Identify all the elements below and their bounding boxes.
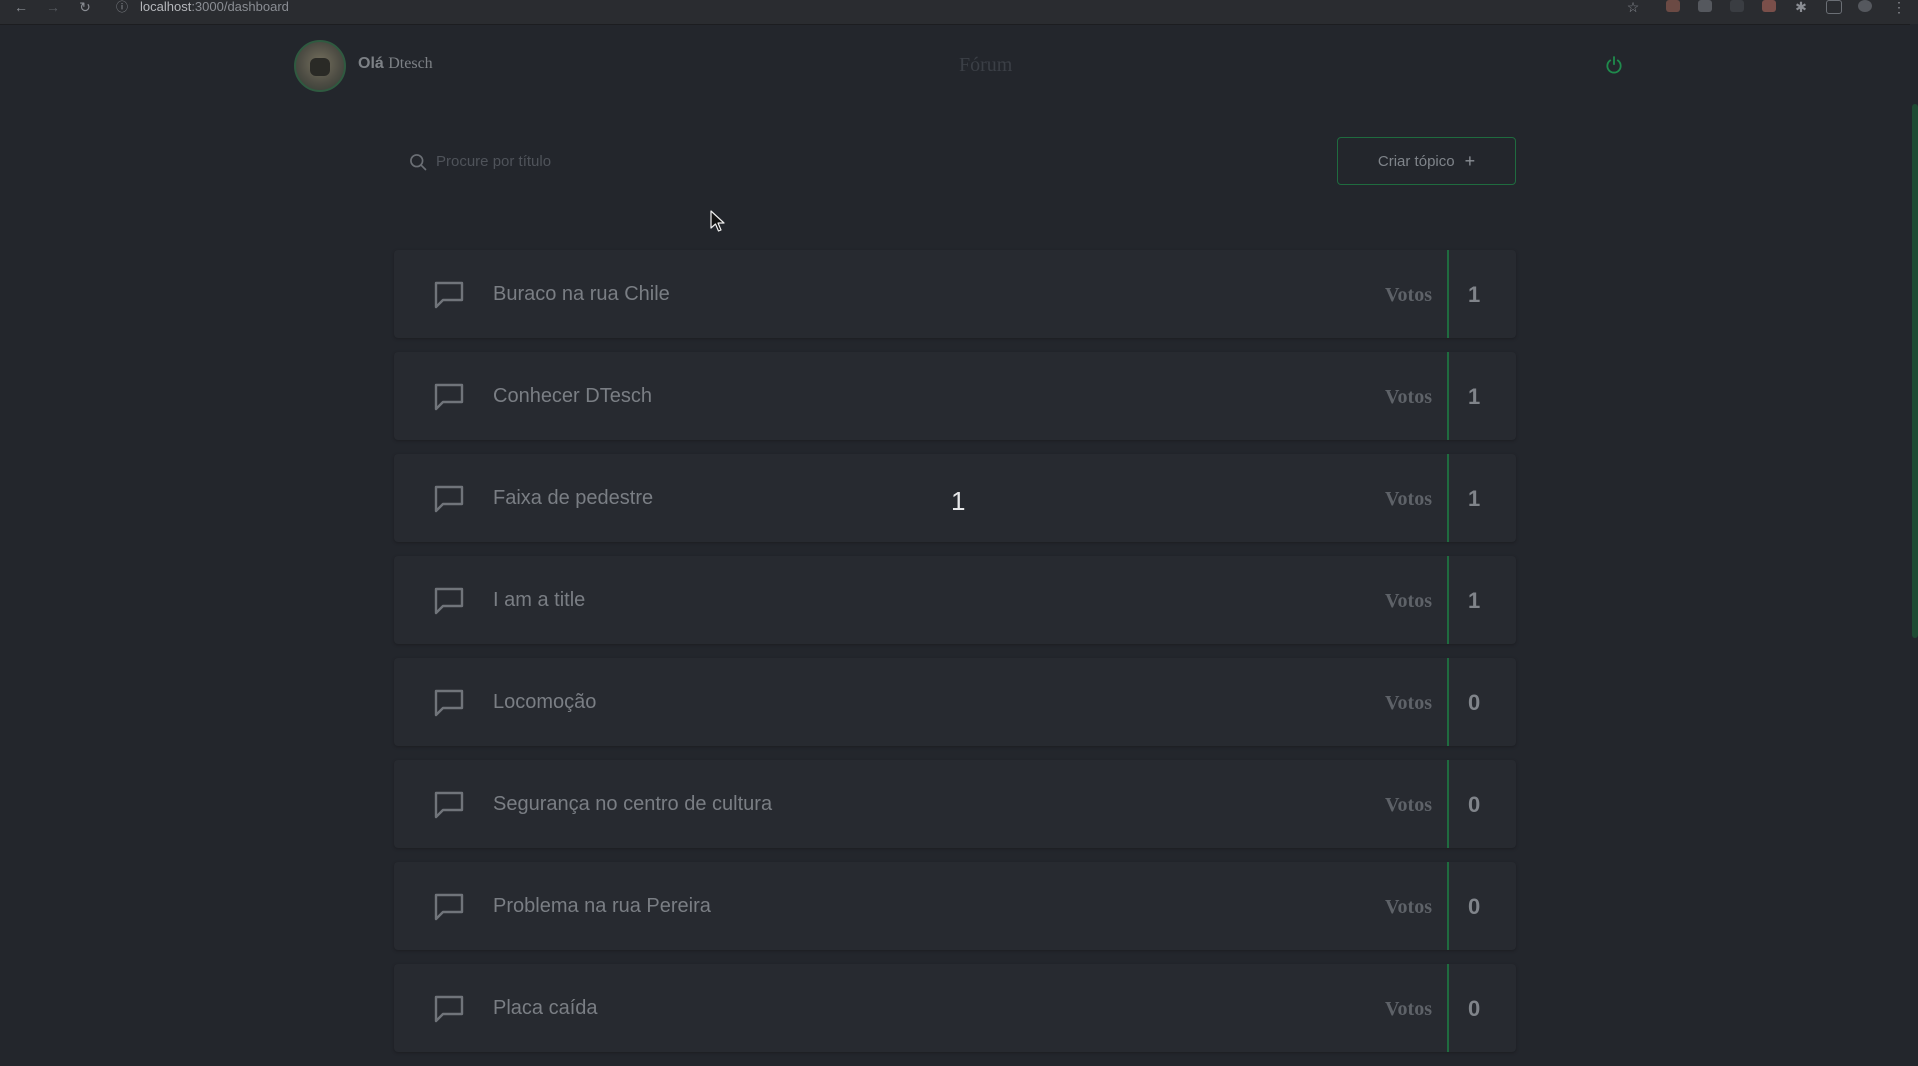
bookmark-star-icon[interactable]: ☆ <box>1624 0 1642 14</box>
chat-bubble-icon <box>432 379 466 413</box>
forward-icon[interactable]: → <box>44 0 62 14</box>
votes-count: 1 <box>1468 588 1481 613</box>
topic-row[interactable]: Locomoção Votos 0 <box>394 658 1516 746</box>
votes-count: 1 <box>1468 384 1481 409</box>
topic-title: Faixa de pedestre <box>493 487 654 509</box>
votes-divider <box>1447 964 1449 1052</box>
votes-label: Votos <box>1384 488 1432 510</box>
topic-title: Locomoção <box>493 691 597 713</box>
votes-count: 0 <box>1468 792 1481 817</box>
votes-divider <box>1447 556 1449 644</box>
votes-count: 1 <box>1468 486 1481 511</box>
topic-row[interactable]: Placa caída Votos 0 <box>394 964 1516 1052</box>
back-icon[interactable]: ← <box>12 0 30 14</box>
chat-bubble-icon <box>432 277 466 311</box>
votes-label: Votos <box>1384 386 1432 408</box>
votes-count: 0 <box>1468 690 1481 715</box>
votes-divider <box>1447 250 1449 338</box>
chat-bubble-icon <box>432 481 466 515</box>
chat-bubble-icon <box>432 991 466 1025</box>
topic-title: I am a title <box>493 589 586 611</box>
chat-bubble-icon <box>432 889 466 923</box>
greeting-hello: Olá <box>358 55 384 72</box>
user-greeting: Olá Dtesch <box>358 55 433 73</box>
votes-label: Votos <box>1384 590 1432 612</box>
votes-label: Votos <box>1384 284 1432 306</box>
url-host: localhost <box>140 0 192 14</box>
url-path: :3000/dashboard <box>191 0 289 14</box>
profile-icon[interactable] <box>1858 0 1872 12</box>
create-topic-label: Criar tópico <box>1377 152 1455 170</box>
mouse-cursor-icon <box>710 210 726 234</box>
topic-title: Segurança no centro de cultura <box>493 793 773 815</box>
site-info-icon[interactable]: ⓘ <box>116 0 130 14</box>
votes-label: Votos <box>1384 998 1432 1020</box>
scrollbar-thumb[interactable] <box>1912 104 1918 638</box>
overlay-number: 1 <box>951 486 966 516</box>
topic-title: Problema na rua Pereira <box>493 895 711 917</box>
topic-row[interactable]: Problema na rua Pereira Votos 0 <box>394 862 1516 950</box>
puzzle-icon[interactable]: ✱ <box>1792 0 1810 14</box>
topic-list: Buraco na rua Chile Votos 1 Conhecer DTe… <box>394 250 1516 1066</box>
votes-divider <box>1447 658 1449 746</box>
extension-icon[interactable] <box>1698 0 1712 12</box>
page-title: Fórum <box>959 54 1013 76</box>
search-icon <box>408 152 428 172</box>
votes-divider <box>1447 760 1449 848</box>
votes-label: Votos <box>1384 692 1432 714</box>
topic-row[interactable]: Conhecer DTesch Votos 1 <box>394 352 1516 440</box>
votes-divider <box>1447 862 1449 950</box>
votes-count: 0 <box>1468 996 1481 1021</box>
menu-dots-icon[interactable]: ⋮ <box>1890 0 1908 14</box>
topic-row[interactable]: Buraco na rua Chile Votos 1 <box>394 250 1516 338</box>
avatar[interactable] <box>294 40 346 92</box>
topic-title: Buraco na rua Chile <box>493 283 670 305</box>
extension-icon[interactable] <box>1730 0 1744 12</box>
search-input[interactable] <box>436 148 996 174</box>
topic-title: Placa caída <box>493 997 598 1019</box>
user-name: Dtesch <box>388 55 433 72</box>
logout-power-icon[interactable] <box>1604 55 1624 75</box>
cast-icon[interactable] <box>1826 0 1842 14</box>
votes-count: 1 <box>1468 282 1481 307</box>
extension-icon[interactable] <box>1666 0 1680 12</box>
topic-title: Conhecer DTesch <box>493 385 652 407</box>
votes-divider <box>1447 352 1449 440</box>
avatar-image <box>310 58 330 76</box>
votes-label: Votos <box>1384 896 1432 918</box>
chat-bubble-icon <box>432 685 466 719</box>
votes-label: Votos <box>1384 794 1432 816</box>
reload-icon[interactable]: ↻ <box>76 0 94 14</box>
topic-row[interactable]: I am a title Votos 1 <box>394 556 1516 644</box>
chat-bubble-icon <box>432 787 466 821</box>
create-topic-button[interactable]: Criar tópico + <box>1337 137 1516 185</box>
browser-toolbar: ← → ↻ ⓘ localhost:3000/dashboard ☆ ✱ ⋮ <box>0 0 1918 25</box>
votes-count: 0 <box>1468 894 1481 919</box>
topic-row[interactable]: Segurança no centro de cultura Votos 0 <box>394 760 1516 848</box>
extension-icon[interactable] <box>1762 0 1776 12</box>
plus-icon: + <box>1464 151 1476 171</box>
address-bar[interactable]: localhost:3000/dashboard <box>140 0 289 14</box>
votes-divider <box>1447 454 1449 542</box>
chat-bubble-icon <box>432 583 466 617</box>
